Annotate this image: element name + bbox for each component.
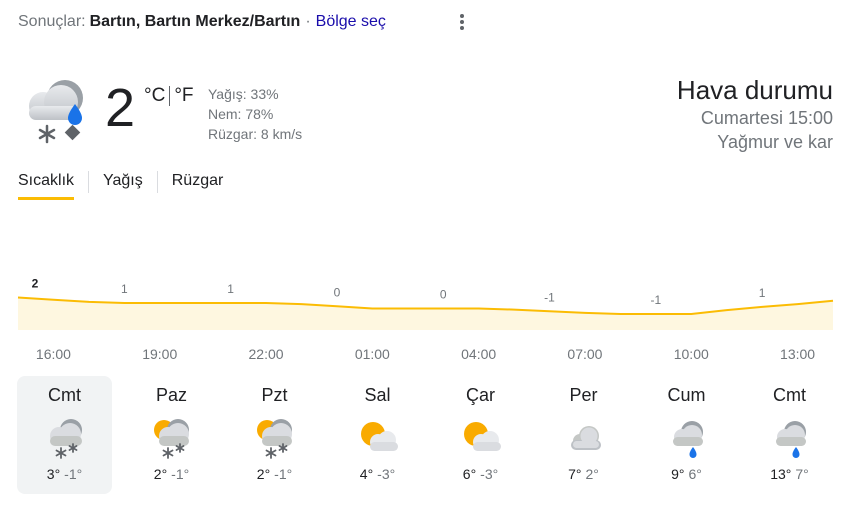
tab-divider	[156, 171, 158, 193]
hour-label: 16:00	[36, 346, 71, 362]
low-temp: -1°	[171, 466, 190, 482]
low-temp: 6°	[688, 466, 702, 482]
weather-datetime: Cumartesi 15:00	[700, 108, 833, 128]
temperature-point-label: 2	[32, 277, 39, 291]
tab-divider	[88, 171, 90, 193]
temperature-point-label: 0	[334, 285, 341, 299]
weather-tabs: Sıcaklık Yağış Rüzgar	[18, 171, 224, 200]
temperature-point-label: -1	[544, 290, 555, 304]
tab-wind[interactable]: Rüzgar	[172, 172, 224, 200]
forecast-day[interactable]: Çar 6° -3°	[429, 376, 532, 494]
results-prefix: Sonuçlar:	[18, 13, 86, 30]
day-name: Paz	[155, 385, 188, 405]
rain-snow-icon	[17, 74, 91, 148]
tab-precipitation[interactable]: Yağış	[103, 172, 143, 200]
day-name: Pzt	[261, 385, 288, 405]
weather-condition: Yağmur ve kar	[717, 132, 833, 152]
hour-label: 19:00	[142, 346, 177, 362]
partly-cloudy-icon	[360, 422, 398, 451]
fahrenheit-unit[interactable]: °F	[174, 85, 193, 107]
unit-divider	[169, 86, 171, 106]
current-temperature: 2	[105, 78, 136, 138]
rain-cloud-icon	[775, 421, 806, 458]
forecast-day[interactable]: Pzt 2° -1°	[223, 376, 326, 494]
rain-cloud-icon	[672, 421, 703, 458]
hour-label: 10:00	[674, 346, 709, 362]
more-options-icon[interactable]	[452, 12, 472, 34]
forecast-day[interactable]: Per 7° 2°	[532, 376, 635, 494]
high-temp: 2°	[153, 466, 168, 482]
high-temp: 7°	[568, 466, 582, 482]
partly-cloudy-snow-icon	[256, 419, 292, 459]
day-name: Per	[569, 385, 598, 405]
temperature-point-label: 1	[759, 286, 766, 300]
high-temp: 9°	[671, 466, 685, 482]
unit-switcher: °C °F	[144, 85, 194, 107]
tab-temperature[interactable]: Sıcaklık	[18, 172, 75, 200]
choose-region-link[interactable]: Bölge seç	[316, 13, 386, 31]
day-name: Cum	[667, 385, 706, 405]
forecast-day[interactable]: Cmt 3° -1°	[17, 376, 112, 494]
day-name: Cmt	[48, 385, 81, 405]
low-temp: -3°	[480, 466, 499, 482]
low-temp: -1°	[64, 466, 83, 482]
day-name: Çar	[465, 385, 495, 405]
partly-cloudy-icon	[463, 422, 501, 451]
wind-speed: Rüzgar: 8 km/s	[208, 126, 303, 142]
high-temp: 3°	[46, 466, 61, 482]
temperature-point-label: 0	[440, 288, 447, 302]
forecast-day[interactable]: Cum 9° 6°	[635, 376, 738, 494]
location-name: Bartın, Bartın Merkez/Bartın	[89, 13, 301, 30]
hour-label: 04:00	[461, 346, 496, 362]
low-temp: -1°	[274, 466, 293, 482]
hour-label: 01:00	[355, 346, 390, 362]
temperature-point-label: 1	[121, 282, 128, 296]
high-temp: 4°	[359, 466, 374, 482]
forecast-day[interactable]: Sal 4° -3°	[326, 376, 429, 494]
forecast-day[interactable]: Paz 2° -1°	[120, 376, 223, 494]
weather-summary: Hava durumu Cumartesi 15:00 Yağmur ve ka…	[677, 74, 833, 154]
low-temp: 2°	[585, 466, 599, 482]
snow-cloud-icon	[49, 419, 82, 459]
high-temp: 2°	[256, 466, 271, 482]
weather-title: Hava durumu	[676, 75, 833, 105]
temperature-point-label: -1	[650, 293, 661, 307]
forecast-day[interactable]: Cmt 13° 7°	[738, 376, 841, 494]
high-temp: 13°	[770, 466, 792, 482]
low-temp: -3°	[377, 466, 396, 482]
humidity: Nem: 78%	[208, 106, 274, 122]
separator-dot: ·	[305, 13, 311, 30]
temperature-chart[interactable]: 2 1 1 0 0 -1 -1 1 16:00 19:00 22:00 01:00 04:00 07:0…	[0, 268, 859, 368]
daily-forecast: Cmt 3° -1° Paz 2° -1° Pzt 2° -1° Sal 4° -3° …	[17, 376, 841, 494]
partly-cloudy-snow-icon	[153, 419, 189, 459]
day-name: Sal	[364, 385, 391, 405]
precipitation-chance: Yağış: 33%	[208, 86, 279, 102]
celsius-unit[interactable]: °C	[144, 85, 165, 107]
cloudy-icon	[570, 426, 601, 450]
high-temp: 6°	[462, 466, 477, 482]
results-header: Sonuçlar: Bartın, Bartın Merkez/Bartın ·…	[18, 13, 386, 31]
hour-label: 13:00	[780, 346, 815, 362]
weather-details: Yağış: 33% Nem: 78% Rüzgar: 8 km/s	[208, 84, 302, 144]
hour-label: 07:00	[567, 346, 602, 362]
temperature-point-label: 1	[227, 282, 234, 296]
day-name: Cmt	[773, 385, 806, 405]
hour-label: 22:00	[249, 346, 284, 362]
low-temp: 7°	[795, 466, 809, 482]
